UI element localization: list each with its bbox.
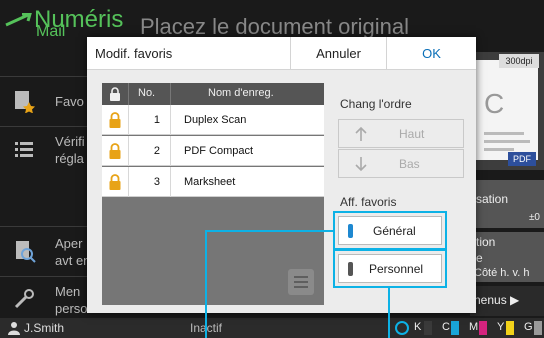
right-card-label: e — [476, 251, 483, 265]
side-item-favorites[interactable]: Favo — [0, 76, 90, 126]
column-divider — [128, 167, 129, 197]
status-bar: J.Smith Inactif K C M Y G — [0, 318, 544, 338]
side-item-label: Vérifi régla — [55, 134, 85, 166]
edit-favorites-dialog: Modif. favoris Annuler OK No. Nom d'enre… — [87, 37, 476, 313]
preview-line — [484, 148, 514, 151]
column-divider — [128, 83, 129, 105]
column-header-name: Nom d'enreg. — [208, 87, 274, 99]
move-up-label: Haut — [399, 127, 425, 141]
dpi-badge: 300dpi — [499, 54, 539, 68]
right-card-orientation[interactable]: tion e Côté h. v. h — [470, 232, 544, 282]
ok-button[interactable]: OK — [386, 37, 476, 70]
general-button[interactable]: Général — [338, 216, 442, 245]
network-icon — [395, 321, 409, 335]
favorites-list[interactable]: No. Nom d'enreg. 1 Duplex Scan 2 PDF Com… — [102, 83, 324, 305]
wrench-icon — [14, 289, 34, 309]
list-item[interactable]: 3 Marksheet — [102, 167, 324, 197]
item-number: 3 — [153, 176, 160, 188]
personal-highlight-frame: Personnel — [333, 249, 447, 288]
column-divider — [170, 136, 171, 166]
item-number: 2 — [153, 145, 160, 157]
app-subtitle: Mail — [36, 23, 66, 40]
preview-line — [484, 140, 530, 143]
lock-header-icon — [110, 87, 120, 101]
preview-magnifier-icon — [16, 241, 36, 263]
lock-icon — [109, 174, 121, 190]
arrow-up-icon — [355, 126, 367, 141]
general-highlight-frame: Général — [333, 211, 447, 250]
callout-line — [205, 230, 207, 338]
column-divider — [170, 167, 171, 197]
move-down-label: Bas — [399, 157, 420, 171]
ink-label-c: C — [442, 321, 450, 333]
right-card-value: Côté h. v. h — [474, 267, 530, 279]
ink-label-k: K — [414, 321, 422, 333]
menu-line — [294, 281, 308, 283]
column-divider — [128, 105, 129, 135]
ink-level-k — [424, 321, 432, 335]
item-name: PDF Compact — [184, 145, 254, 157]
preview-letter: C — [484, 88, 505, 119]
right-card-label: sation — [476, 192, 509, 206]
user-name: J.Smith — [24, 321, 65, 335]
preview-line — [484, 132, 524, 135]
side-item-label: Favo — [55, 94, 84, 109]
user-icon — [8, 322, 20, 335]
right-card-correction[interactable]: sation ±0 — [470, 180, 544, 228]
column-header-no: No. — [138, 87, 156, 99]
selected-indicator — [348, 224, 353, 238]
list-item[interactable]: 1 Duplex Scan — [102, 105, 324, 135]
ink-level-c — [451, 321, 459, 335]
move-up-button[interactable]: Haut — [338, 119, 464, 148]
list-header: No. Nom d'enreg. — [102, 83, 324, 105]
favorites-display-label: Aff. favoris — [340, 195, 397, 209]
dialog-title: Modif. favoris — [95, 46, 173, 61]
column-divider — [170, 105, 171, 135]
preview-page: C — [476, 60, 538, 160]
item-number: 1 — [153, 114, 160, 126]
list-icon — [15, 142, 33, 157]
callout-line — [388, 286, 390, 338]
ink-level-y — [506, 321, 514, 335]
ink-level-g — [534, 321, 542, 335]
ink-label-g: G — [524, 321, 533, 333]
list-item[interactable]: 2 PDF Compact — [102, 136, 324, 166]
pdf-badge: PDF — [508, 152, 536, 166]
scan-arrow-icon — [5, 13, 32, 27]
menu-line — [294, 286, 308, 288]
favorites-star-icon — [15, 91, 35, 113]
right-card-label: tion — [476, 235, 496, 249]
ink-label-m: M — [469, 321, 479, 333]
lock-icon — [109, 143, 121, 159]
right-card-menus[interactable]: nenus ▶ — [470, 286, 544, 316]
side-item-verify[interactable]: Vérifi régla — [0, 126, 90, 176]
personal-label: Personnel — [369, 262, 424, 276]
side-item-custom-menu[interactable]: Men perso — [0, 276, 90, 318]
arrow-down-icon — [355, 157, 367, 172]
side-item-preview[interactable]: Aper avt en — [0, 226, 90, 276]
ink-level-m — [479, 321, 487, 335]
unselected-indicator — [348, 262, 353, 276]
item-name: Duplex Scan — [184, 114, 247, 126]
lock-icon — [109, 112, 121, 128]
column-divider — [170, 83, 171, 105]
cancel-button[interactable]: Annuler — [290, 37, 386, 70]
move-down-button[interactable]: Bas — [338, 149, 464, 178]
personal-button[interactable]: Personnel — [338, 254, 442, 283]
callout-line — [205, 230, 334, 232]
side-item-label: Men perso — [55, 284, 88, 316]
dialog-header: Modif. favoris Annuler OK — [87, 37, 476, 70]
side-item-label: Aper avt en — [55, 236, 91, 268]
right-card-value: ±0 — [528, 212, 540, 223]
change-order-label: Chang l'ordre — [340, 97, 412, 111]
ink-label-y: Y — [497, 321, 505, 333]
general-label: Général — [373, 224, 416, 238]
panel-screen: Numéris Mail Placez le document original… — [0, 0, 544, 338]
list-menu-icon[interactable] — [288, 269, 314, 295]
menu-line — [294, 276, 308, 278]
right-card-label: nenus ▶ — [474, 293, 520, 307]
column-divider — [128, 136, 129, 166]
item-name: Marksheet — [184, 176, 236, 188]
